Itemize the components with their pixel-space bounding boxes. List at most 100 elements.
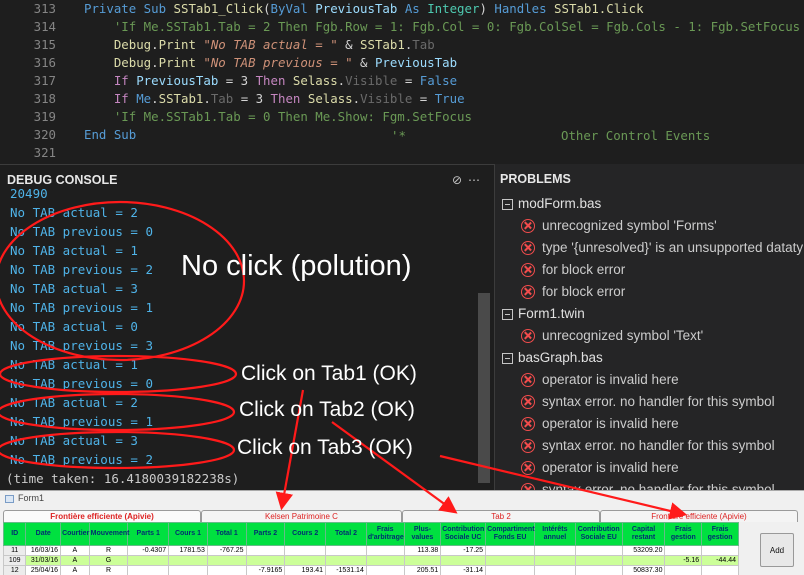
problem-error-row[interactable]: for block error [495, 281, 804, 303]
grid-cell[interactable]: -17.25 [440, 545, 487, 557]
grid-cell[interactable] [534, 555, 576, 567]
grid-column-header[interactable]: Frais gestion [664, 521, 703, 547]
grid-cell[interactable]: -1531.14 [325, 565, 367, 575]
grid-column-header[interactable]: Contribution Sociale UC [440, 521, 487, 547]
problem-error-row[interactable]: operator is invalid here [495, 413, 804, 435]
grid-cell[interactable]: 113.38 [403, 545, 442, 557]
grid-cell[interactable] [440, 555, 487, 567]
grid-cell[interactable] [168, 565, 208, 575]
grid-cell[interactable] [325, 545, 367, 557]
grid-cell[interactable]: -7.9165 [245, 565, 286, 575]
grid-cell[interactable]: 31/03/16 [25, 555, 62, 567]
grid-column-header[interactable]: Total 2 [325, 521, 367, 547]
grid-cell[interactable] [574, 565, 623, 575]
grid-column-header[interactable]: Courtier [60, 521, 90, 547]
problem-error-row[interactable]: for block error [495, 259, 804, 281]
grid-cell[interactable] [127, 555, 170, 567]
code-line[interactable]: 318 If Me.SSTab1.Tab = 3 Then Selass.Vis… [0, 90, 804, 108]
grid-cell[interactable]: 50837.30 [621, 565, 666, 575]
grid-column-header[interactable]: Cours 1 [168, 521, 208, 547]
problem-file-row[interactable]: basGraph.bas [495, 347, 804, 369]
grid-cell[interactable] [127, 565, 170, 575]
add-button[interactable]: Add [760, 533, 794, 567]
tab-frontiere-efficiente-2[interactable]: Frontière efficiente (Apivie) [600, 510, 798, 522]
grid-cell[interactable]: 53209.20 [621, 545, 666, 557]
clear-console-icon[interactable]: ⊘ [452, 173, 468, 187]
grid-column-header[interactable]: Mouvement [88, 521, 130, 547]
grid-column-header[interactable]: Parts 2 [245, 521, 286, 547]
grid-cell[interactable]: 205.51 [403, 565, 442, 575]
grid-cell[interactable] [206, 555, 247, 567]
problems-title[interactable]: PROBLEMS [495, 164, 804, 194]
problem-error-row[interactable]: unrecognized symbol 'Text' [495, 325, 804, 347]
grid-cell[interactable] [365, 555, 405, 567]
code-editor[interactable]: 313 Private Sub SSTab1_Click(ByVal Previo… [0, 0, 804, 164]
grid-cell[interactable]: 25/04/16 [25, 565, 62, 575]
grid-cell[interactable] [574, 545, 623, 557]
form-window[interactable]: Form1 Frontière efficiente (Apivie) Kels… [0, 490, 804, 575]
grid-column-header[interactable]: Compartiment Fonds EU [485, 521, 535, 547]
code-line[interactable]: 317 If PreviousTab = 3 Then Selass.Visib… [0, 72, 804, 90]
grid-cell[interactable] [325, 555, 367, 567]
grid-cell[interactable] [664, 545, 703, 557]
grid-cell[interactable]: -31.14 [440, 565, 487, 575]
grid-column-header[interactable]: Parts 1 [127, 521, 170, 547]
grid-cell[interactable] [365, 545, 405, 557]
grid-cell[interactable]: R [88, 565, 129, 575]
grid-column-header[interactable]: Frais gestion [701, 521, 739, 547]
code-line[interactable]: 315 Debug.Print "No TAB actual = " & SST… [0, 36, 804, 54]
collapse-icon[interactable] [502, 309, 513, 320]
grid-cell[interactable] [534, 545, 576, 557]
table-row[interactable]: 11 16/03/16 A R -0.4307 1781.53 -767.25 113.38-… [2, 545, 739, 557]
more-actions-icon[interactable]: ⋯ [468, 173, 486, 187]
grid-cell[interactable] [621, 555, 666, 567]
grid-column-header[interactable]: Intérêts annuel [534, 521, 576, 547]
problem-file-row[interactable]: Form1.twin [495, 303, 804, 325]
problem-error-row[interactable]: syntax error. no handler for this symbol [495, 479, 804, 490]
grid-column-header[interactable]: Cours 2 [284, 521, 327, 547]
grid-cell[interactable]: -767.25 [206, 545, 247, 557]
code-line[interactable]: 321 [0, 144, 804, 162]
grid-cell[interactable] [574, 555, 623, 567]
grid-cell[interactable]: A [60, 555, 90, 567]
code-line[interactable]: 319 'If Me.SSTab1.Tab = 0 Then Me.Show: … [0, 108, 804, 126]
problem-error-row[interactable]: operator is invalid here [495, 369, 804, 391]
debug-console-actions[interactable]: ⊘⋯ [452, 173, 486, 187]
grid-cell[interactable]: -44.44 [701, 555, 739, 567]
problem-error-row[interactable]: unrecognized symbol 'Forms' [495, 215, 804, 237]
grid-cell[interactable]: A [60, 565, 90, 575]
data-grid[interactable]: ID Date Courtier Mouvement Parts 1 Cours 1 Tot… [2, 521, 739, 575]
tab-2[interactable]: Tab 2 [402, 510, 600, 522]
grid-cell[interactable] [168, 555, 208, 567]
grid-cell[interactable] [206, 565, 247, 575]
grid-cell[interactable]: 12 [2, 565, 27, 575]
collapse-icon[interactable] [502, 199, 513, 210]
problem-error-row[interactable]: operator is invalid here [495, 457, 804, 479]
grid-cell[interactable]: G [88, 555, 129, 567]
grid-column-header[interactable]: Frais d'arbitrage [365, 521, 405, 547]
grid-cell[interactable] [403, 555, 442, 567]
grid-cell[interactable] [664, 565, 703, 575]
grid-cell[interactable] [701, 545, 739, 557]
code-line[interactable]: 313 Private Sub SSTab1_Click(ByVal Previo… [0, 0, 804, 18]
grid-cell[interactable]: 16/03/16 [25, 545, 62, 557]
problems-panel[interactable]: PROBLEMS modForm.bas unrecognized symbol … [494, 164, 804, 490]
problem-error-row[interactable]: type '{unresolved}' is an unsupported da… [495, 237, 804, 259]
grid-cell[interactable] [245, 545, 286, 557]
grid-column-header[interactable]: Total 1 [206, 521, 247, 547]
grid-cell[interactable] [284, 545, 327, 557]
grid-cell[interactable]: 11 [2, 545, 27, 557]
grid-cell[interactable]: 1781.53 [168, 545, 208, 557]
collapse-icon[interactable] [502, 353, 513, 364]
tab-frontiere-efficiente[interactable]: Frontière efficiente (Apivie) [3, 510, 201, 522]
grid-cell[interactable]: A [60, 545, 90, 557]
grid-cell[interactable]: -0.4307 [127, 545, 170, 557]
grid-cell[interactable]: 193.41 [284, 565, 327, 575]
table-row[interactable]: 109 31/03/16 A G -5.16 -44.44 [2, 555, 739, 567]
grid-cell[interactable] [534, 565, 576, 575]
grid-cell[interactable]: R [88, 545, 129, 557]
grid-column-header[interactable]: Contribution Sociale EU [574, 521, 623, 547]
grid-column-header[interactable]: Plus-values [403, 521, 442, 547]
grid-column-header[interactable]: Capital restant [621, 521, 666, 547]
problem-error-row[interactable]: syntax error. no handler for this symbol [495, 391, 804, 413]
